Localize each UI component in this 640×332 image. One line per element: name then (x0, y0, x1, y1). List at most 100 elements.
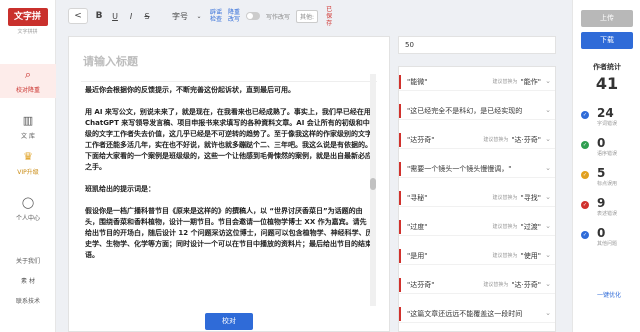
logo-subtitle: 文字拼拼 (17, 29, 38, 35)
stat-label: 其他问题 (597, 241, 618, 247)
suggestion-item[interactable]: "达芬奇" 建议替换为 "达·芬奇" ⌄ (399, 276, 555, 294)
suggestion-text: "寻秘" (407, 193, 428, 202)
check-icon: ✓ (581, 141, 589, 149)
suggestion-marker (399, 104, 401, 118)
stat-row: ✓ 5 标点误用 (581, 166, 637, 192)
stat-label: 标点误用 (597, 181, 618, 187)
suggestion-item[interactable]: "过度" 建议替换为 "过渡" ⌄ (399, 218, 555, 236)
chevron-down-icon[interactable]: ⌄ (545, 164, 551, 172)
font-size-select[interactable]: 字号 (172, 8, 188, 24)
suggestion-item[interactable]: "寻秘" 建议替换为 "寻找" ⌄ (399, 189, 555, 207)
chevron-down-icon[interactable]: ⌄ (545, 309, 551, 317)
suggestion-item[interactable]: "这已经完全不是科幻，是已经实现的 ⌄ (399, 102, 555, 120)
strike-button[interactable]: S (142, 8, 152, 24)
app-logo[interactable]: 文字拼 文字拼拼 (6, 8, 50, 35)
stat-count: 9 (597, 196, 606, 210)
suggestion-marker (399, 307, 401, 321)
total-count: 41 (595, 74, 619, 93)
chevron-down-icon[interactable]: ⌄ (545, 106, 551, 114)
optimize-link[interactable]: 一键优化 (597, 290, 621, 299)
nav-item-proofread[interactable]: ⌕ 校对降重 (0, 64, 56, 98)
logo-mark: 文字拼 (7, 8, 48, 26)
suggestion-marker (399, 133, 401, 147)
crown-icon: ♛ (23, 150, 33, 163)
suggestion-marker (399, 191, 401, 205)
document-editor[interactable]: 请输入标题 最近你会根据你的反馈提示，不断完善这份起诉状，直到最后可用。 用 A… (68, 36, 390, 332)
fact-check-button[interactable]: 辟谣 检查 (210, 8, 222, 24)
chevron-down-icon[interactable]: ⌄ (545, 280, 551, 288)
stat-count: 24 (597, 106, 614, 120)
editor-scrollbar[interactable] (370, 74, 376, 306)
stats-panel: 上传 下载 作者统计 41 ✓ 24 字词错误 ✓ 0 语序错误 ✓ 5 标点误用 ✓ 9 表述错误 ✓… (572, 0, 640, 332)
dedup-button[interactable]: 降重 改写 (228, 8, 240, 24)
chevron-down-icon[interactable]: ⌄ (545, 222, 551, 230)
chevron-down-icon[interactable]: ⌄ (545, 135, 551, 143)
title-input[interactable]: 请输入标题 (83, 53, 138, 69)
stat-row: ✓ 0 语序错误 (581, 136, 637, 162)
suggestion-text: "达芬奇" (407, 135, 435, 144)
suggestion-replacement: "寻找" (520, 193, 541, 202)
suggestion-note: 建议替换为 (492, 79, 518, 85)
suggestion-item[interactable]: "这篇文章还远远不能覆盖这一段时间 ⌄ (399, 305, 555, 323)
suggestion-marker (399, 75, 401, 89)
suggestion-text: "是用" (407, 251, 428, 260)
stat-count: 5 (597, 166, 606, 180)
paragraph: 假设你是一档广播科普节目《原来是这样的》的撰稿人，以 “世界讨厌香菜日”为话题的… (85, 207, 373, 259)
suggestion-note: 建议替换为 (483, 282, 509, 288)
suggestion-list: "能微" 建议替换为 "能作" ⌄ "这已经完全不是科幻，是已经实现的 ⌄ "达芬奇" 建议替… (398, 66, 556, 332)
contact-link[interactable]: 联系技术 (0, 296, 56, 305)
chevron-down-icon[interactable]: ⌄ (545, 77, 551, 85)
suggestion-text: "达芬奇" (407, 280, 435, 289)
suggestion-item[interactable]: "能微" 建议替换为 "能作" ⌄ (399, 73, 555, 91)
suggestion-panel: 50 "能微" 建议替换为 "能作" ⌄ "这已经完全不是科幻，是已经实现的 ⌄ "达芬奇"… (398, 36, 556, 332)
about-link[interactable]: 关于我们 (0, 256, 56, 265)
suggestion-note: 建议替换为 (492, 195, 518, 201)
back-button[interactable]: < (68, 8, 88, 24)
check-icon: ✓ (581, 201, 589, 209)
suggestion-note: 建议替换为 (492, 253, 518, 259)
stats-title: 作者统计 (593, 63, 621, 71)
suggestion-replacement: "过渡" (520, 222, 541, 231)
suggestion-replacement: "达·芬奇" (511, 280, 541, 289)
stat-label: 字词错误 (597, 121, 618, 127)
underline-button[interactable]: U (110, 8, 120, 24)
stat-row: ✓ 24 字词错误 (581, 106, 637, 132)
suggestion-item[interactable]: "达芬奇" 建议替换为 "达·芬奇" ⌄ (399, 131, 555, 149)
nav-item-label: 文 库 (21, 133, 35, 140)
stat-count: 0 (597, 226, 606, 240)
proofread-button[interactable]: 校对 (205, 313, 253, 330)
upload-button[interactable]: 上传 (581, 10, 633, 27)
nav-item-label: 校对降重 (15, 87, 40, 94)
search-doc-icon: ⌕ (24, 68, 32, 81)
paragraph: 最近你会根据你的反馈提示，不断完善这份起诉状，直到最后可用。 (85, 86, 295, 94)
stat-label: 语序错误 (597, 151, 618, 157)
user-icon: ◯ (21, 196, 35, 209)
suggestion-note: 建议替换为 (492, 224, 518, 230)
suggestion-marker (399, 278, 401, 292)
title-divider (81, 81, 377, 82)
saved-status: 已保存 (326, 5, 333, 27)
materials-link[interactable]: 素 材 (0, 276, 56, 285)
bold-button[interactable]: B (94, 8, 104, 24)
stat-row: ✓ 0 其他问题 (581, 226, 637, 252)
rewrite-toggle[interactable] (246, 12, 261, 20)
nav-item-profile[interactable]: ◯ 个人中心 (0, 196, 56, 222)
italic-button[interactable]: I (126, 8, 136, 24)
editor-content[interactable]: 最近你会根据你的反馈提示，不断完善这份起诉状，直到最后可用。 用 AI 来写公文… (85, 85, 373, 309)
suggestion-marker (399, 220, 401, 234)
nav-item-library[interactable]: ▥ 文 库 (0, 114, 56, 140)
rewrite-label: 写作改写 (266, 13, 291, 21)
chevron-down-icon[interactable]: ⌄ (545, 251, 551, 259)
suggestion-replacement: "使用" (520, 251, 541, 260)
suggestion-text: "能微" (407, 77, 428, 86)
word-count-field[interactable]: 50 (398, 36, 556, 54)
chevron-down-icon[interactable]: ⌄ (545, 193, 551, 201)
suggestion-item[interactable]: "是用" 建议替换为 "使用" ⌄ (399, 247, 555, 265)
nav-item-vip[interactable]: ♛ VIP升级 (0, 150, 56, 176)
other-select[interactable]: 其他: (296, 9, 319, 23)
suggestion-replacement: "能作" (520, 77, 541, 86)
download-button[interactable]: 下载 (581, 32, 633, 49)
scrollbar-thumb[interactable] (370, 178, 376, 190)
suggestion-item[interactable]: "需要一个镜头一个镜头慢慢调，" ⌄ (399, 160, 555, 178)
chevron-down-icon[interactable]: ⌄ (194, 8, 204, 24)
